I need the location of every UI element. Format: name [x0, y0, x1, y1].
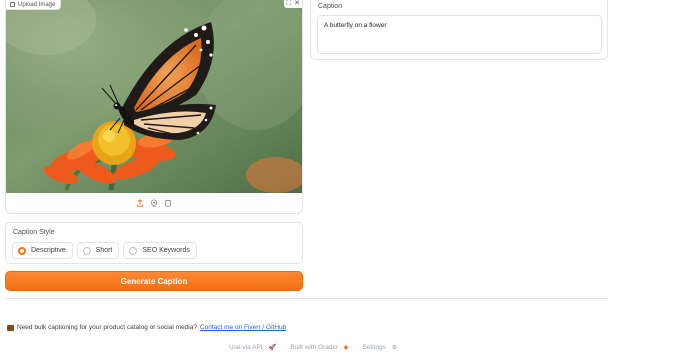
promo-text: Need bulk captioning for your product ca…: [17, 324, 197, 331]
image-input-label-text: Upload Image: [18, 1, 56, 8]
radio-option-short[interactable]: Short: [76, 242, 120, 259]
radio-option-descriptive[interactable]: Descriptive: [12, 242, 73, 259]
radio-unselected-icon[interactable]: [129, 246, 138, 255]
settings-link[interactable]: Settings: [362, 344, 386, 351]
radio-option-label: Short: [95, 247, 113, 254]
caption-output-panel: Caption A butterfly on a flower: [310, 0, 608, 60]
image-actions: ⛶ ✕: [284, 0, 302, 8]
uploaded-image: [6, 0, 302, 193]
image-input-label: Upload Image: [6, 0, 62, 10]
footer-separator: ·: [354, 344, 357, 351]
use-via-api-link[interactable]: Use via API: [229, 344, 263, 351]
radio-option-label: Descriptive: [31, 247, 66, 254]
generate-caption-button[interactable]: Generate Caption: [5, 271, 303, 291]
caption-style-group: Caption Style Descriptive Short SEO Keyw…: [5, 222, 303, 264]
built-with-gradio-link[interactable]: Built with Gradio: [290, 344, 337, 351]
gradio-footer: Use via API 🚀 · Built with Gradio ◆ · Se…: [229, 344, 397, 351]
upload-icon[interactable]: [136, 199, 144, 207]
fullscreen-icon[interactable]: ⛶: [286, 0, 291, 8]
footer-separator: ·: [282, 344, 285, 351]
briefcase-icon: [7, 324, 14, 331]
radio-selected-icon[interactable]: [18, 246, 26, 255]
image-tag-icon: [10, 2, 15, 7]
radio-option-seo-keywords[interactable]: SEO Keywords: [123, 242, 197, 259]
radio-unselected-icon[interactable]: [82, 246, 91, 255]
divider: [5, 298, 608, 299]
rocket-icon: 🚀: [268, 345, 277, 351]
gear-icon: ⚙: [391, 345, 398, 351]
caption-style-label: Caption Style: [13, 229, 55, 236]
radio-option-label: SEO Keywords: [142, 247, 190, 254]
contact-link[interactable]: Contact me on Fiverr / GitHub: [200, 324, 286, 331]
gradio-logo-icon: ◆: [343, 345, 349, 351]
caption-style-options: Descriptive Short SEO Keywords: [12, 242, 197, 259]
webcam-icon[interactable]: [150, 199, 158, 207]
clipboard-icon[interactable]: [164, 199, 172, 207]
promo-line: Need bulk captioning for your product ca…: [7, 324, 286, 331]
caption-output-label: Caption: [318, 3, 343, 10]
upload-toolbar: [6, 196, 302, 210]
caption-output-textbox[interactable]: A butterfly on a flower: [317, 15, 602, 54]
close-icon[interactable]: ✕: [294, 0, 300, 8]
image-upload-panel[interactable]: Upload Image ⛶ ✕: [5, 0, 303, 214]
